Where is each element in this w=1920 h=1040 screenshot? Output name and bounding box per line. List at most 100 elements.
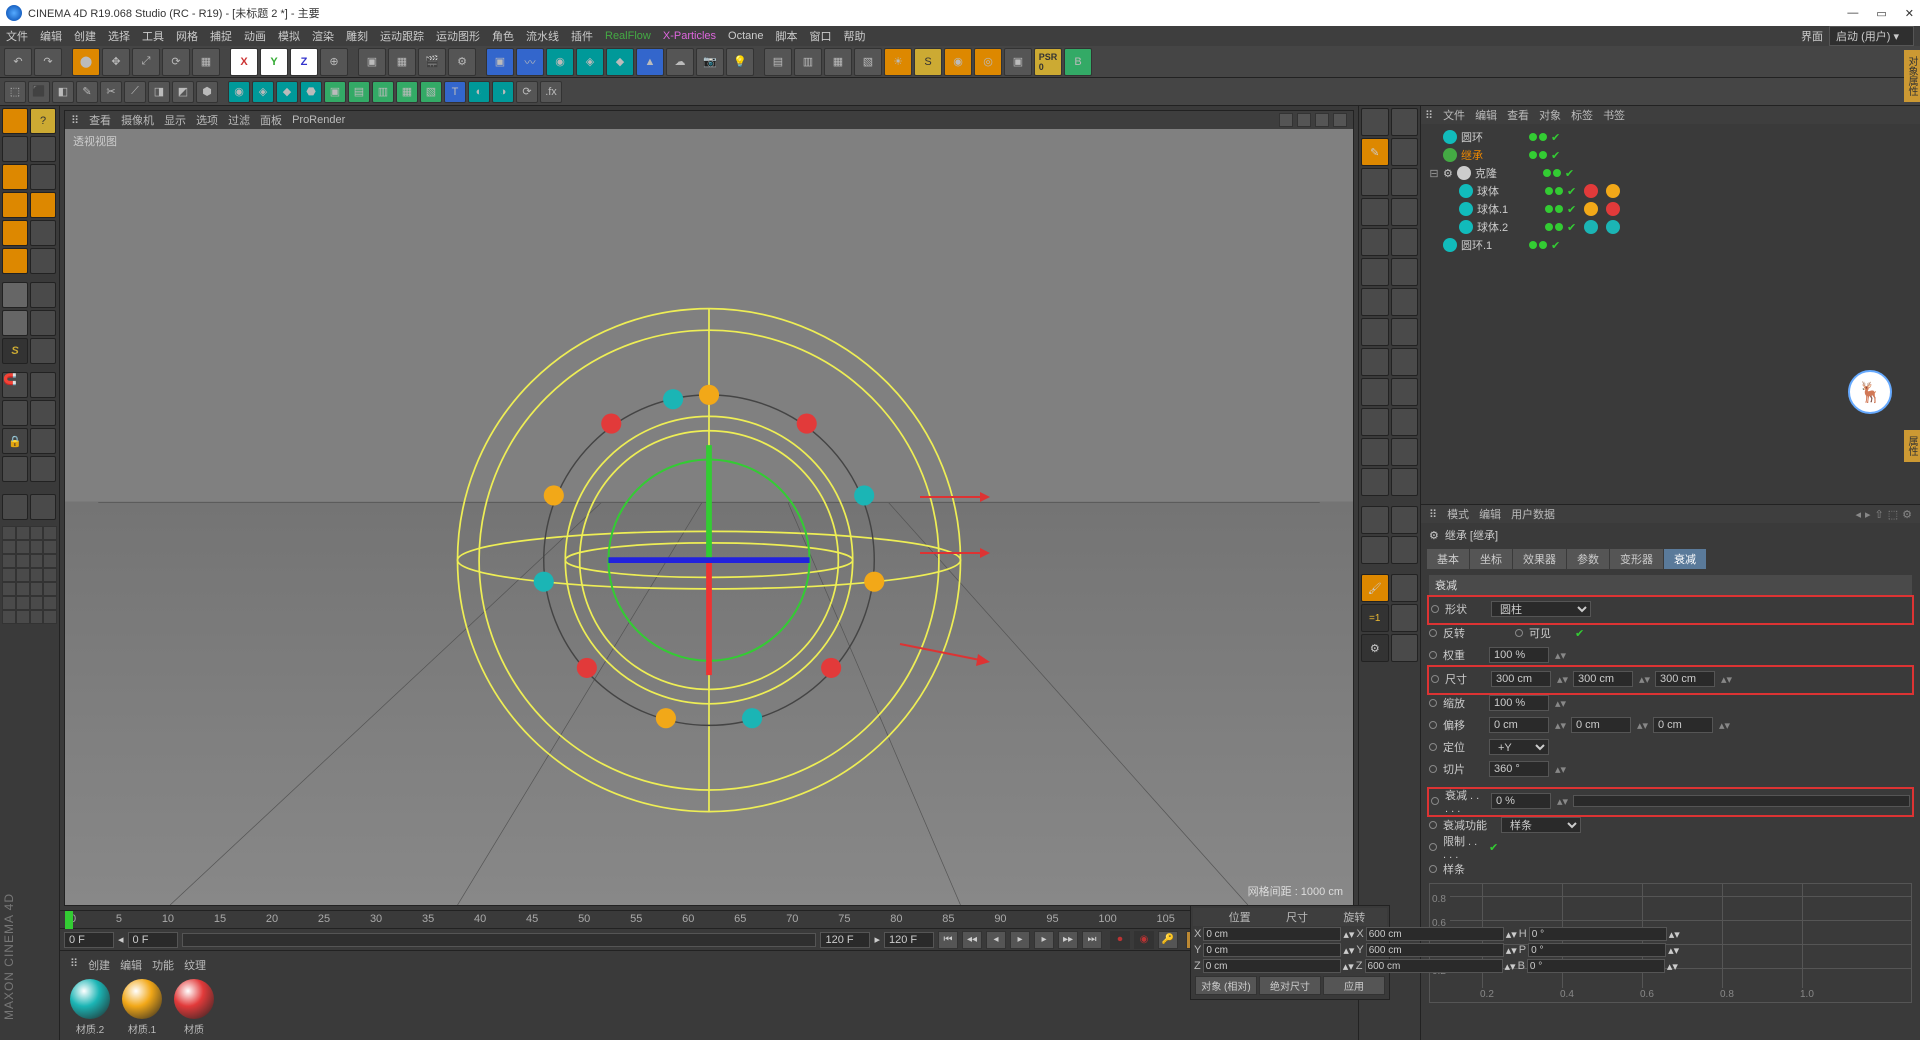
obj-tab-书签[interactable]: 书签	[1603, 107, 1625, 123]
sel-tool-8[interactable]: ◩	[172, 81, 194, 103]
orient-select[interactable]: +Y	[1489, 739, 1549, 755]
tool-4[interactable]: ▧	[854, 48, 882, 76]
attr-tab-效果器[interactable]: 效果器	[1513, 549, 1566, 569]
menu-X-Particles[interactable]: X-Particles	[663, 30, 716, 42]
rb-11[interactable]	[1391, 258, 1419, 286]
snap-icon[interactable]	[30, 248, 56, 274]
last-tool[interactable]: ▦	[192, 48, 220, 76]
texture-mode[interactable]	[2, 136, 28, 162]
rb-27[interactable]	[1391, 506, 1419, 534]
mg-9[interactable]: ▧	[420, 81, 442, 103]
right-edge-tab-2[interactable]: 属性	[1904, 430, 1920, 462]
rb-12[interactable]	[1361, 288, 1389, 316]
playhead-marker[interactable]	[65, 911, 73, 929]
offset-x-input[interactable]	[1489, 717, 1549, 733]
rb-32[interactable]	[1391, 634, 1419, 662]
snap-s-icon[interactable]: S	[2, 338, 28, 364]
view-menu-ProRender[interactable]: ProRender	[292, 114, 345, 126]
blank-2[interactable]	[30, 338, 56, 364]
tool-5[interactable]: ☀	[884, 48, 912, 76]
tool-8[interactable]: ▣	[1004, 48, 1032, 76]
end-frame-input[interactable]	[884, 932, 934, 948]
offset-y-input[interactable]	[1571, 717, 1631, 733]
blank-7[interactable]	[30, 494, 56, 520]
play-button[interactable]: ▸	[1010, 931, 1030, 949]
layout-select[interactable]: 启动 (用户) ▾	[1829, 26, 1914, 46]
spline-primitive[interactable]: 〰	[516, 48, 544, 76]
attr-menu-用户数据[interactable]: 用户数据	[1511, 506, 1555, 522]
timeline-slider[interactable]	[182, 933, 817, 947]
key-button[interactable]: 🔑	[1158, 931, 1178, 949]
lock-icon[interactable]: 🔒	[2, 428, 28, 454]
attr-grip-icon[interactable]: ⠿	[1429, 508, 1437, 521]
generator-tool[interactable]: ◉	[546, 48, 574, 76]
panel-grip-icon[interactable]: ⠿	[1425, 109, 1433, 122]
rect-icon[interactable]	[30, 164, 56, 190]
tree-row-球体[interactable]: 球体✔	[1425, 182, 1916, 200]
view-icon[interactable]	[2, 494, 28, 520]
environment-tool[interactable]: ☁	[666, 48, 694, 76]
select-tool[interactable]: ⬤	[72, 48, 100, 76]
scale-input[interactable]	[1489, 695, 1549, 711]
weight-input[interactable]	[1489, 647, 1549, 663]
undo-button[interactable]: ↶	[4, 48, 32, 76]
render-picture-button[interactable]: 🎬	[418, 48, 446, 76]
attr-menu-模式[interactable]: 模式	[1447, 506, 1469, 522]
menu-插件[interactable]: 插件	[571, 28, 593, 44]
render-region-button[interactable]: ▦	[388, 48, 416, 76]
axis-mode[interactable]	[2, 282, 28, 308]
obj-tab-对象[interactable]: 对象	[1539, 107, 1561, 123]
offset-z-input[interactable]	[1653, 717, 1713, 733]
rb-3[interactable]	[1391, 138, 1419, 166]
autokey-button[interactable]: ◉	[1134, 931, 1154, 949]
rb-21[interactable]	[1391, 408, 1419, 436]
attr-tab-变形器[interactable]: 变形器	[1610, 549, 1663, 569]
tree-row-圆环[interactable]: 圆环✔	[1425, 128, 1916, 146]
mg-1[interactable]: ◉	[228, 81, 250, 103]
size-x-input[interactable]	[1491, 671, 1551, 687]
sel-tool-5[interactable]: ✂	[100, 81, 122, 103]
mat-menu-纹理[interactable]: 纹理	[184, 957, 206, 969]
rb-24[interactable]	[1361, 468, 1389, 496]
view-grip-icon[interactable]: ⠿	[71, 114, 79, 127]
goto-end-button[interactable]: ⏭	[1082, 931, 1102, 949]
obj-tab-文件[interactable]: 文件	[1443, 107, 1465, 123]
right-edge-tab-1[interactable]: 对象属性	[1904, 50, 1920, 102]
s-tool[interactable]: S	[914, 48, 942, 76]
blank-4[interactable]	[30, 400, 56, 426]
scale-tool[interactable]: ⤢	[132, 48, 160, 76]
render-settings-button[interactable]: ⚙	[448, 48, 476, 76]
obj-tab-查看[interactable]: 查看	[1507, 107, 1529, 123]
material-材质.1[interactable]: 材质.1	[120, 979, 164, 1036]
close-button[interactable]: ✕	[1905, 7, 1914, 20]
mat-menu-编辑[interactable]: 编辑	[120, 957, 142, 969]
falloff-slider[interactable]	[1573, 795, 1910, 807]
blank-5[interactable]	[30, 428, 56, 454]
tree-row-继承[interactable]: 继承✔	[1425, 146, 1916, 164]
menu-角色[interactable]: 角色	[492, 28, 514, 44]
y-axis-toggle[interactable]: Y	[260, 48, 288, 76]
sel-tool-2[interactable]: ⬛	[28, 81, 50, 103]
attr-menu-编辑[interactable]: 编辑	[1479, 506, 1501, 522]
object-tree[interactable]: 圆环✔继承✔⊟⚙克隆✔球体✔球体.1✔球体.2✔圆环.1✔	[1421, 124, 1920, 504]
menu-文件[interactable]: 文件	[6, 28, 28, 44]
magnet-icon[interactable]: 🧲	[2, 372, 28, 398]
size-z-input[interactable]	[1655, 671, 1715, 687]
attr-tab-基本[interactable]: 基本	[1427, 549, 1469, 569]
size-y-input[interactable]	[1573, 671, 1633, 687]
point-mode[interactable]	[2, 164, 28, 190]
menu-编辑[interactable]: 编辑	[40, 28, 62, 44]
mg-8[interactable]: ▦	[396, 81, 418, 103]
rb-9[interactable]	[1391, 228, 1419, 256]
tool-2[interactable]: ▥	[794, 48, 822, 76]
view-nav-1[interactable]	[1279, 113, 1293, 127]
menu-动画[interactable]: 动画	[244, 28, 266, 44]
falloff-input[interactable]	[1491, 793, 1551, 809]
view-menu-过滤[interactable]: 过滤	[228, 112, 250, 128]
sel-tool-4[interactable]: ✎	[76, 81, 98, 103]
goto-start-button[interactable]: ⏮	[938, 931, 958, 949]
obj-tab-编辑[interactable]: 编辑	[1475, 107, 1497, 123]
rb-10[interactable]	[1361, 258, 1389, 286]
rb-18[interactable]	[1361, 378, 1389, 406]
view-nav-3[interactable]	[1315, 113, 1329, 127]
